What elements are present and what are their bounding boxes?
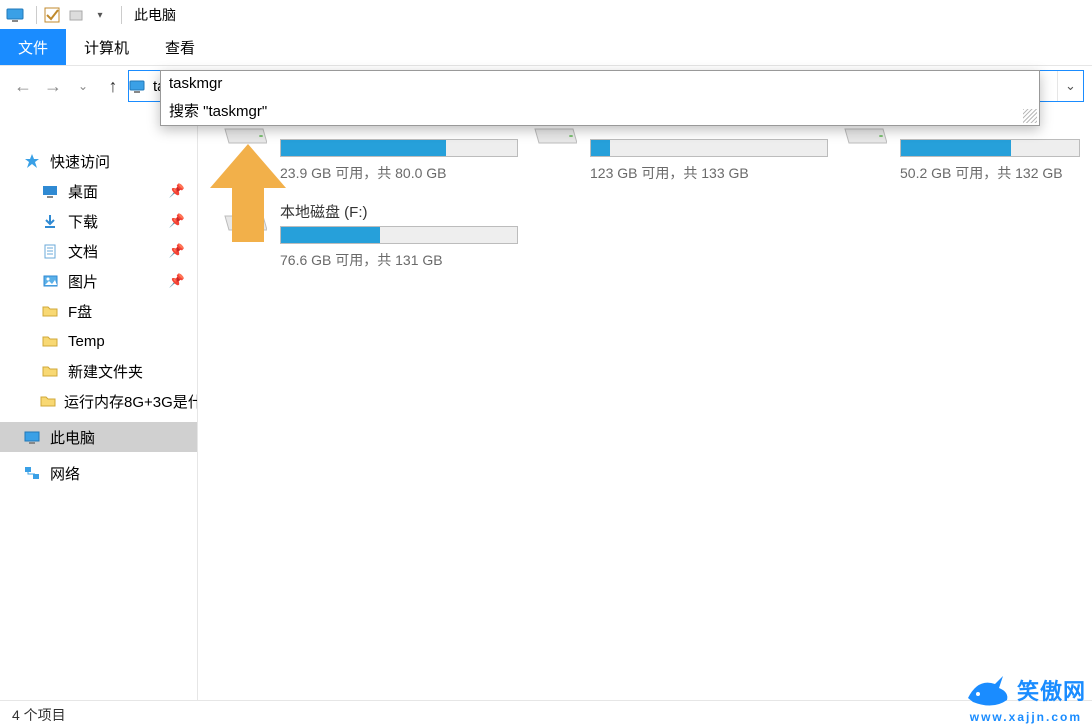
desktop-icon xyxy=(40,181,60,201)
pin-icon: 📌 xyxy=(169,213,185,229)
qa-dropdown-icon[interactable]: ▾ xyxy=(91,6,109,24)
sidebar-quick-access[interactable]: 快速访问 xyxy=(0,146,197,176)
sidebar-label: 运行内存8G+3G是什 xyxy=(64,391,197,412)
drive-bar xyxy=(590,139,828,157)
watermark: 笑傲网 www.xajjn.com xyxy=(963,670,1086,710)
drive-stat: 76.6 GB 可用，共 131 GB xyxy=(280,250,528,270)
folder-icon xyxy=(40,331,60,351)
sidebar-label: F盘 xyxy=(68,301,92,322)
drive-bar xyxy=(900,139,1080,157)
suggest-text: 搜索 "taskmgr" xyxy=(169,103,267,120)
suggest-text: taskmgr xyxy=(169,75,222,92)
network-icon xyxy=(22,463,42,483)
download-icon xyxy=(40,211,60,231)
qa-folder-icon[interactable] xyxy=(67,6,85,24)
document-icon xyxy=(40,241,60,261)
sidebar-item-newfolder[interactable]: 新建文件夹 xyxy=(0,356,197,386)
tab-file[interactable]: 文件 xyxy=(0,29,66,65)
sidebar-label: 网络 xyxy=(50,463,80,484)
up-button[interactable]: ↑ xyxy=(98,71,128,101)
watermark-url: www.xajjn.com xyxy=(970,710,1082,724)
sidebar-this-pc[interactable]: 此电脑 xyxy=(0,422,197,452)
body: 快速访问 桌面 📌 下载 📌 文档 📌 图片 📌 F盘 Temp xyxy=(0,106,1092,700)
sidebar-label: 快速访问 xyxy=(50,151,110,172)
suggest-item[interactable]: taskmgr xyxy=(161,71,1039,96)
recent-dropdown[interactable]: ⌄ xyxy=(68,71,98,101)
sidebar-network[interactable]: 网络 xyxy=(0,458,197,488)
tab-label: 文件 xyxy=(18,37,48,58)
sidebar-item-ram[interactable]: 运行内存8G+3G是什 xyxy=(0,386,197,416)
folder-icon xyxy=(40,391,56,411)
folder-icon xyxy=(40,301,60,321)
sidebar-label: 新建文件夹 xyxy=(68,361,143,382)
star-icon xyxy=(22,151,42,171)
pin-icon: 📌 xyxy=(169,243,185,259)
separator xyxy=(121,6,122,24)
sidebar-item-downloads[interactable]: 下载 📌 xyxy=(0,206,197,236)
suggest-item[interactable]: 搜索 "taskmgr" xyxy=(161,96,1039,125)
tab-label: 计算机 xyxy=(84,37,129,58)
sidebar-label: 桌面 xyxy=(68,181,98,202)
drive-stat: 50.2 GB 可用，共 132 GB xyxy=(900,163,1092,183)
sidebar-item-pictures[interactable]: 图片 📌 xyxy=(0,266,197,296)
sidebar-label: 图片 xyxy=(68,271,98,292)
sidebar-item-temp[interactable]: Temp xyxy=(0,326,197,356)
content: 本地磁盘 (C:) 23.9 GB 可用，共 80.0 GB 本地磁盘 (D:)… xyxy=(198,106,1092,700)
this-pc-icon xyxy=(129,80,151,93)
sidebar-label: 此电脑 xyxy=(50,427,95,448)
separator xyxy=(36,6,37,24)
drive-stat: 23.9 GB 可用，共 80.0 GB xyxy=(280,163,528,183)
address-suggest: taskmgr 搜索 "taskmgr" xyxy=(160,70,1040,126)
item-count: 4 个项目 xyxy=(12,705,66,725)
sidebar-label: 文档 xyxy=(68,241,98,262)
drive-bar xyxy=(280,226,518,244)
annotation-arrow-icon xyxy=(208,144,288,244)
tab-computer[interactable]: 计算机 xyxy=(66,29,147,65)
app-icon xyxy=(6,6,24,24)
sidebar-item-documents[interactable]: 文档 📌 xyxy=(0,236,197,266)
sidebar-item-desktop[interactable]: 桌面 📌 xyxy=(0,176,197,206)
back-button[interactable]: ← xyxy=(8,71,38,101)
drive-bar xyxy=(280,139,518,157)
resize-grip-icon[interactable] xyxy=(1023,109,1037,123)
picture-icon xyxy=(40,271,60,291)
shark-icon xyxy=(963,670,1013,710)
ribbon: 文件 计算机 查看 xyxy=(0,30,1092,66)
this-pc-icon xyxy=(22,427,42,447)
chevron-down-icon[interactable]: ⌄ xyxy=(1057,71,1083,101)
drive-name: 本地磁盘 (F:) xyxy=(280,201,528,222)
pin-icon: 📌 xyxy=(169,273,185,289)
sidebar-label: 下载 xyxy=(68,211,98,232)
watermark-text: 笑傲网 xyxy=(1017,674,1086,706)
folder-icon xyxy=(40,361,60,381)
sidebar: 快速访问 桌面 📌 下载 📌 文档 📌 图片 📌 F盘 Temp xyxy=(0,106,198,700)
sidebar-label: Temp xyxy=(68,333,105,350)
window-title: 此电脑 xyxy=(134,5,176,25)
forward-button[interactable]: → xyxy=(38,71,68,101)
drive-stat: 123 GB 可用，共 133 GB xyxy=(590,163,838,183)
tab-view[interactable]: 查看 xyxy=(147,29,213,65)
titlebar: ▾ 此电脑 xyxy=(0,0,1092,30)
tab-label: 查看 xyxy=(165,37,195,58)
pin-icon: 📌 xyxy=(169,183,185,199)
qa-checkbox-icon[interactable] xyxy=(43,6,61,24)
status-bar: 4 个项目 xyxy=(0,700,1092,728)
sidebar-item-fdrive[interactable]: F盘 xyxy=(0,296,197,326)
